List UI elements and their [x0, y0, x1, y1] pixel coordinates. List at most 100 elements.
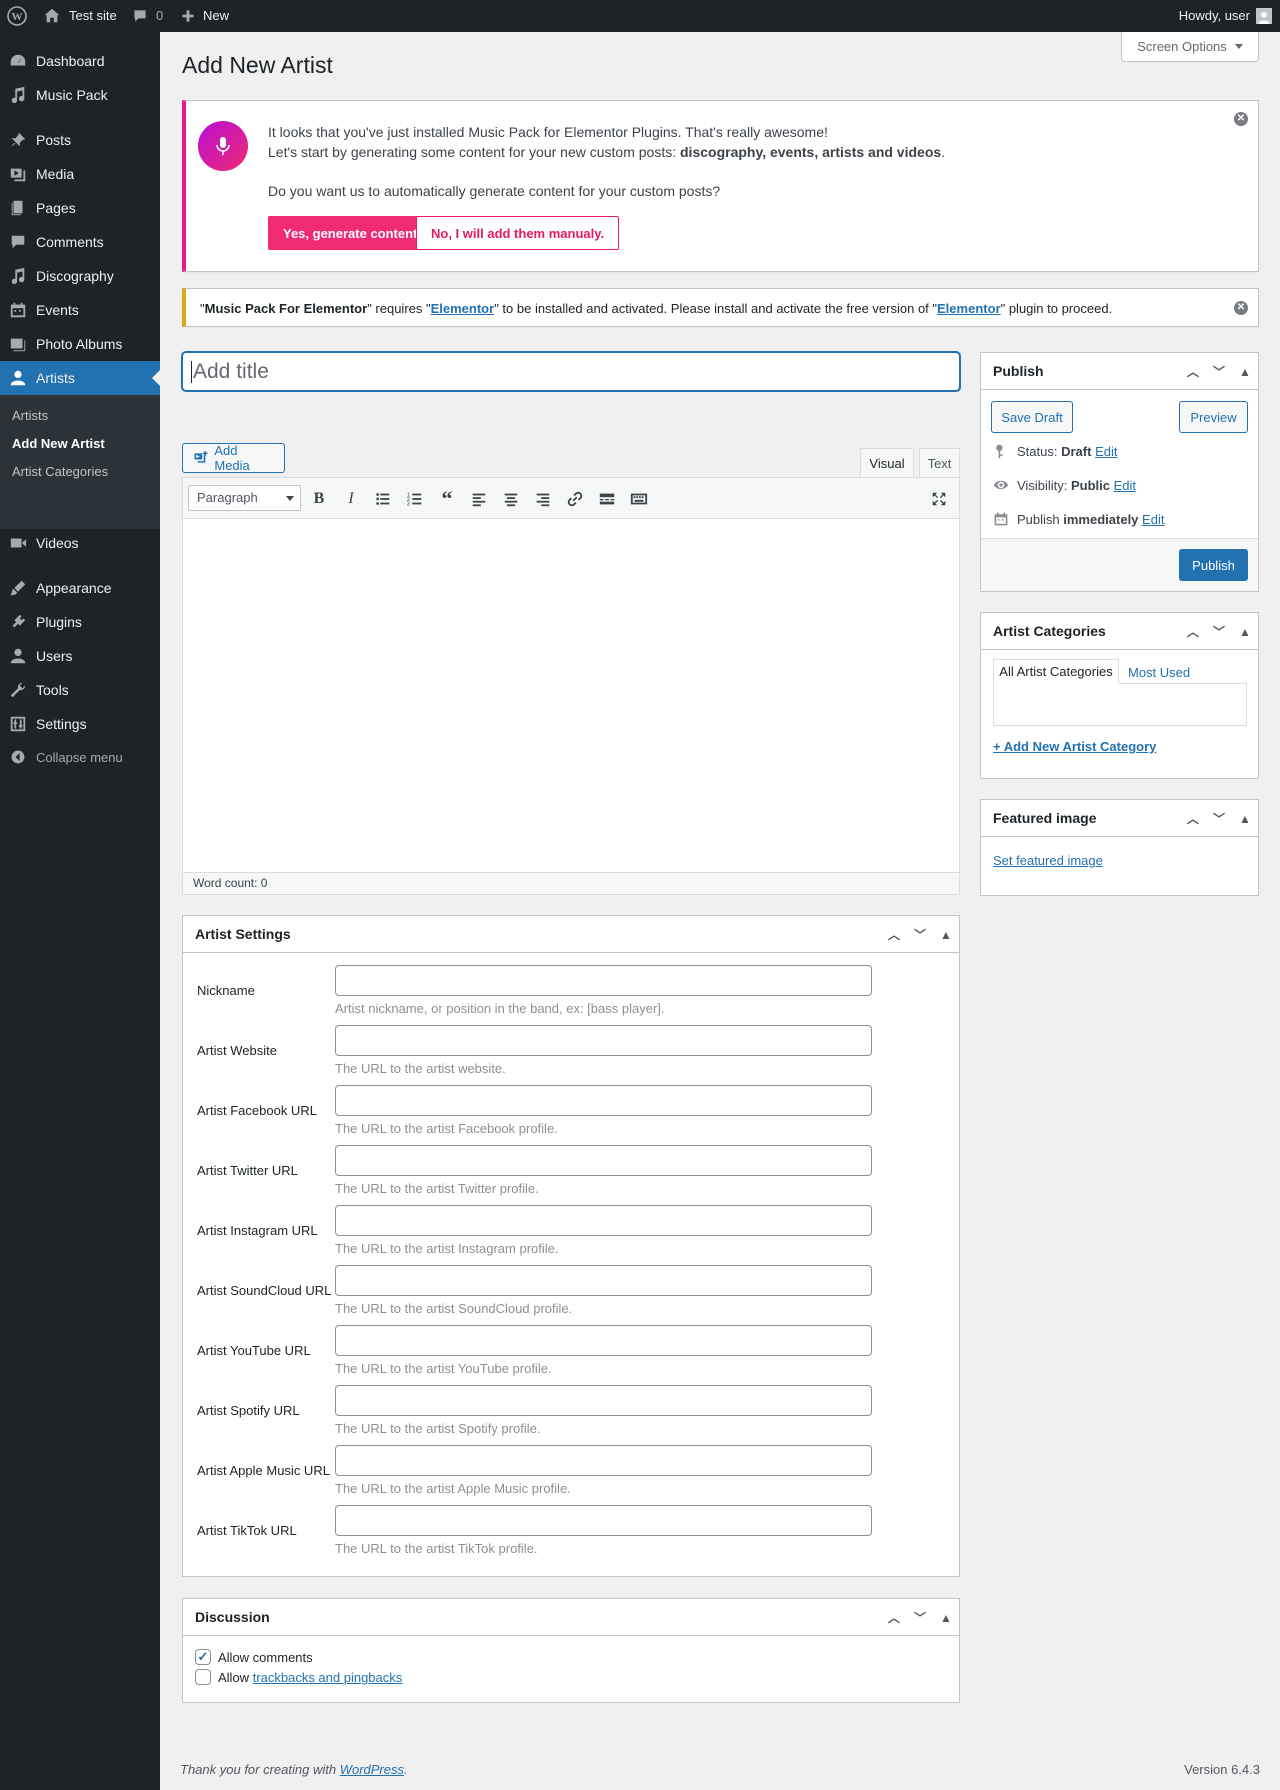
- fullscreen-icon[interactable]: [929, 489, 949, 509]
- move-up-icon[interactable]: ︿: [881, 926, 907, 943]
- soundcloud-url-input[interactable]: [335, 1265, 872, 1296]
- tab-all-categories[interactable]: All Artist Categories: [993, 659, 1119, 684]
- publish-box-title: Publish: [993, 363, 1044, 379]
- read-more-icon[interactable]: [597, 489, 617, 509]
- twitter-url-input[interactable]: [335, 1145, 872, 1176]
- move-up-icon[interactable]: ︿: [881, 1609, 907, 1626]
- format-select[interactable]: Paragraph: [188, 485, 301, 511]
- dismiss-notice-icon[interactable]: ✕: [1234, 112, 1248, 126]
- sidebar-item-users[interactable]: Users: [0, 639, 160, 673]
- sidebar-item-videos[interactable]: Videos: [0, 526, 160, 560]
- wordpress-link[interactable]: WordPress: [340, 1762, 404, 1777]
- tab-most-used[interactable]: Most Used: [1128, 665, 1190, 680]
- site-name-link[interactable]: Test site: [43, 0, 117, 32]
- youtube-url-input[interactable]: [335, 1325, 872, 1356]
- allow-pings-checkbox[interactable]: [195, 1669, 211, 1685]
- numbered-list-icon[interactable]: 123: [405, 489, 425, 509]
- apple-music-url-input[interactable]: [335, 1445, 872, 1476]
- edit-visibility-link[interactable]: Edit: [1114, 478, 1136, 493]
- move-down-icon[interactable]: ﹀: [907, 1609, 933, 1626]
- sidebar-item-events[interactable]: Events: [0, 293, 160, 327]
- align-right-icon[interactable]: [533, 489, 553, 509]
- toggle-panel-icon[interactable]: ▲: [933, 1611, 959, 1625]
- move-up-icon[interactable]: ︿: [1180, 810, 1206, 827]
- sidebar-item-label: Settings: [36, 716, 87, 732]
- new-content-link[interactable]: New: [181, 0, 229, 32]
- collapse-menu-button[interactable]: Collapse menu: [0, 744, 160, 770]
- toggle-panel-icon[interactable]: ▲: [1232, 625, 1258, 639]
- artist-website-input[interactable]: [335, 1025, 872, 1056]
- nickname-input[interactable]: [335, 965, 872, 996]
- submenu-item-artist-categories[interactable]: Artist Categories: [12, 464, 108, 479]
- tab-visual[interactable]: Visual: [860, 448, 914, 478]
- move-down-icon[interactable]: ﹀: [1206, 810, 1232, 827]
- italic-icon[interactable]: I: [341, 489, 361, 509]
- generate-content-button[interactable]: Yes, generate content.: [268, 216, 436, 250]
- add-media-button[interactable]: Add Media: [182, 443, 285, 473]
- sidebar-item-photo-albums[interactable]: Photo Albums: [0, 327, 160, 361]
- field-label: Artist Spotify URL: [197, 1403, 300, 1418]
- facebook-url-input[interactable]: [335, 1085, 872, 1116]
- sidebar-item-posts[interactable]: Posts: [0, 123, 160, 157]
- field-label: Artist Twitter URL: [197, 1163, 298, 1178]
- sidebar-item-tools[interactable]: Tools: [0, 673, 160, 707]
- comments-link[interactable]: 0: [132, 0, 163, 32]
- wordpress-logo-icon[interactable]: W: [7, 0, 27, 32]
- sidebar-item-label: Pages: [36, 200, 76, 216]
- elementor-link-1[interactable]: Elementor: [431, 301, 495, 316]
- bulleted-list-icon[interactable]: [373, 489, 393, 509]
- word-count: Word count: 0: [183, 872, 959, 894]
- footer-thanks-suffix: .: [404, 1762, 408, 1777]
- toolbar-toggle-icon[interactable]: [629, 489, 649, 509]
- sidebar-item-settings[interactable]: Settings: [0, 707, 160, 741]
- bold-icon[interactable]: B: [309, 489, 329, 509]
- submenu-item-add-new-artist[interactable]: Add New Artist: [12, 436, 105, 451]
- sidebar-item-pages[interactable]: Pages: [0, 191, 160, 225]
- move-up-icon[interactable]: ︿: [1180, 623, 1206, 640]
- blockquote-icon[interactable]: “: [437, 488, 457, 510]
- save-draft-button[interactable]: Save Draft: [991, 401, 1073, 433]
- instagram-url-input[interactable]: [335, 1205, 872, 1236]
- submenu-item-artists[interactable]: Artists: [12, 408, 48, 423]
- sidebar-item-appearance[interactable]: Appearance: [0, 571, 160, 605]
- toggle-panel-icon[interactable]: ▲: [1232, 812, 1258, 826]
- field-description: The URL to the artist Instagram profile.: [335, 1241, 559, 1256]
- set-featured-image-link[interactable]: Set featured image: [993, 853, 1103, 868]
- tab-text[interactable]: Text: [919, 448, 960, 478]
- sidebar-item-comments[interactable]: Comments: [0, 225, 160, 259]
- toggle-panel-icon[interactable]: ▲: [1232, 365, 1258, 379]
- add-new-category-link[interactable]: + Add New Artist Category: [993, 739, 1156, 754]
- move-down-icon[interactable]: ﹀: [907, 926, 933, 943]
- sidebar-item-artists[interactable]: Artists: [0, 361, 160, 395]
- allow-comments-checkbox[interactable]: ✓: [195, 1649, 211, 1665]
- sidebar-item-media[interactable]: Media: [0, 157, 160, 191]
- add-manually-button[interactable]: No, I will add them manualy.: [416, 216, 620, 250]
- align-center-icon[interactable]: [501, 489, 521, 509]
- move-down-icon[interactable]: ﹀: [1206, 363, 1232, 380]
- edit-status-link[interactable]: Edit: [1095, 444, 1117, 459]
- sidebar-item-discography[interactable]: Discography: [0, 259, 160, 293]
- sidebar-item-plugins[interactable]: Plugins: [0, 605, 160, 639]
- elementor-link-2[interactable]: Elementor: [937, 301, 1001, 316]
- trackbacks-link[interactable]: trackbacks and pingbacks: [253, 1670, 403, 1685]
- publish-button[interactable]: Publish: [1179, 549, 1248, 581]
- sidebar-item-music-pack[interactable]: Music Pack: [0, 78, 160, 112]
- post-title-input[interactable]: Add title: [182, 352, 960, 391]
- spotify-url-input[interactable]: [335, 1385, 872, 1416]
- screen-options-button[interactable]: Screen Options: [1121, 32, 1259, 62]
- editor-body[interactable]: [183, 519, 959, 871]
- move-down-icon[interactable]: ﹀: [1206, 623, 1232, 640]
- sidebar-item-dashboard[interactable]: Dashboard: [0, 44, 160, 78]
- my-account-link[interactable]: Howdy, user: [1179, 0, 1272, 32]
- tiktok-url-input[interactable]: [335, 1505, 872, 1536]
- edit-publish-time-link[interactable]: Edit: [1142, 512, 1164, 527]
- move-up-icon[interactable]: ︿: [1180, 363, 1206, 380]
- dismiss-notice-icon[interactable]: ✕: [1234, 301, 1248, 315]
- svg-text:W: W: [12, 11, 23, 23]
- preview-button[interactable]: Preview: [1179, 401, 1248, 433]
- link-icon[interactable]: [565, 489, 585, 509]
- notice-mid-1: " requires ": [367, 301, 431, 316]
- align-left-icon[interactable]: [469, 489, 489, 509]
- toggle-panel-icon[interactable]: ▲: [933, 928, 959, 942]
- sidebar-item-label: Music Pack: [36, 87, 108, 103]
